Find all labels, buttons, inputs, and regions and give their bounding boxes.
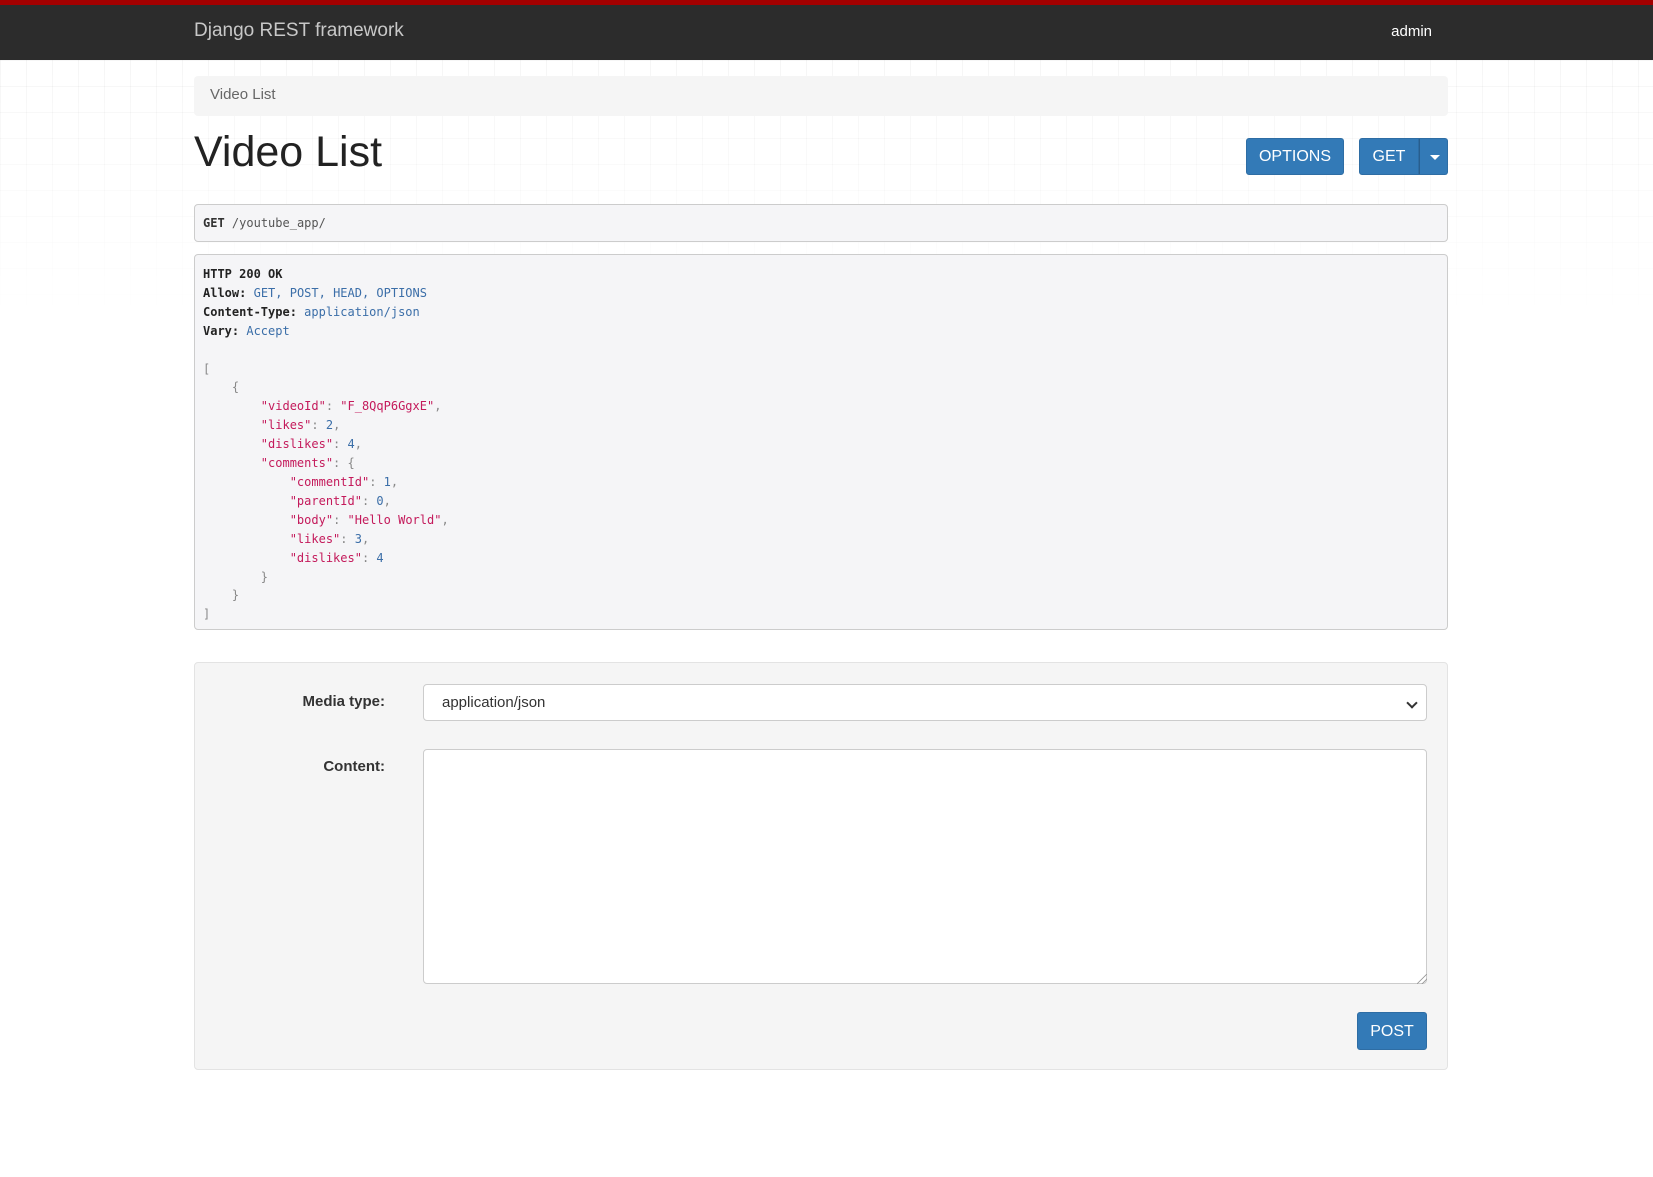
json-key: "likes": [289, 531, 341, 546]
main-container: Video List Video List OPTIONS GET GET /y…: [194, 76, 1448, 1070]
response-header-name: Content-Type:: [203, 304, 297, 319]
post-button[interactable]: POST: [1357, 1012, 1427, 1050]
json-key: "dislikes": [260, 437, 334, 452]
response-header-name: Vary:: [203, 323, 240, 338]
header-row: Video List OPTIONS GET: [194, 116, 1448, 204]
request-path: /youtube_app/: [231, 216, 326, 230]
get-format-dropdown-toggle[interactable]: [1419, 138, 1448, 175]
request-method: GET: [203, 216, 225, 230]
response-info: HTTP 200 OK Allow: GET, POST, HEAD, OPTI…: [194, 254, 1448, 630]
json-key: "body": [289, 512, 334, 527]
content-label: Content:: [323, 758, 385, 775]
json-string: "F_8QqP6GgxE": [340, 399, 435, 414]
options-button[interactable]: OPTIONS: [1246, 138, 1344, 175]
breadcrumb: Video List: [194, 76, 1448, 116]
json-key: "likes": [260, 418, 312, 433]
json-number: 0: [376, 493, 384, 508]
response-header-value: application/json: [304, 304, 420, 319]
brand-link[interactable]: Django REST framework: [194, 20, 404, 42]
resize-handle-icon[interactable]: [1417, 974, 1427, 984]
chevron-down-icon: [1406, 697, 1418, 709]
navbar: Django REST framework admin: [0, 0, 1653, 60]
get-button-group: GET: [1359, 138, 1448, 175]
media-type-select[interactable]: application/json: [423, 684, 1427, 721]
user-menu[interactable]: admin: [1391, 23, 1432, 40]
response-header-value: GET, POST, HEAD, OPTIONS: [253, 285, 427, 300]
json-number: 4: [376, 550, 384, 565]
breadcrumb-item-video-list[interactable]: Video List: [210, 86, 276, 103]
json-number: 1: [383, 474, 391, 489]
get-button[interactable]: GET: [1359, 138, 1419, 175]
json-number: 4: [347, 437, 355, 452]
json-key: "parentId": [289, 493, 362, 508]
json-key: "dislikes": [289, 550, 362, 565]
content-textarea[interactable]: [423, 749, 1427, 984]
request-info: GET /youtube_app/: [194, 204, 1448, 242]
json-key: "comments": [260, 456, 334, 471]
response-header-value: Accept: [246, 323, 290, 338]
media-type-label: Media type:: [302, 693, 385, 710]
response-status: HTTP 200 OK: [203, 267, 283, 281]
json-string: "Hello World": [347, 512, 442, 527]
media-type-value: application/json: [442, 694, 546, 711]
json-key: "commentId": [289, 474, 370, 489]
json-key: "videoId": [260, 399, 326, 414]
post-form: Media type: application/json Content: PO…: [194, 662, 1448, 1070]
json-number: 3: [354, 531, 362, 546]
page-title: Video List: [194, 128, 383, 176]
response-header-name: Allow:: [203, 285, 247, 300]
json-number: 2: [325, 418, 334, 433]
